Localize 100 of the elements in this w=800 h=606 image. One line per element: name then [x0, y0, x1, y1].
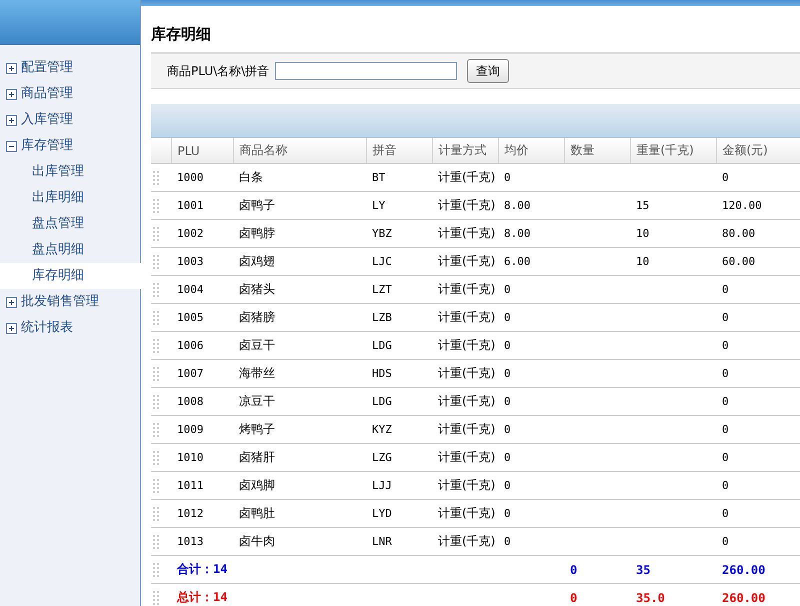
drag-handle-icon[interactable]: [153, 310, 159, 324]
table-cell: LJJ: [366, 472, 432, 500]
table-cell: 15: [630, 192, 716, 220]
table-cell: LDG: [366, 388, 432, 416]
table-cell: 1013: [171, 528, 233, 556]
table-cell: LJC: [366, 248, 432, 276]
table-cell: 卤鸡翅: [233, 248, 366, 276]
table-cell: 0: [716, 304, 800, 332]
search-field[interactable]: [275, 62, 458, 80]
drag-handle-icon[interactable]: [153, 338, 159, 352]
table-cell: 计重(千克): [432, 192, 498, 220]
table-cell: BT: [366, 164, 432, 192]
drag-handle-icon[interactable]: [153, 534, 159, 548]
drag-handle-icon[interactable]: [153, 422, 159, 436]
table-cell: 0: [498, 388, 564, 416]
expand-icon[interactable]: [6, 88, 17, 100]
table-cell: 1008: [171, 388, 233, 416]
drag-handle-icon[interactable]: [153, 282, 159, 296]
drag-handle-icon[interactable]: [153, 562, 159, 576]
column-header: 金额(元): [716, 138, 800, 164]
search-button[interactable]: 查询: [467, 59, 510, 83]
table-cell: 卤豆干: [233, 332, 366, 360]
table-cell: 0: [716, 388, 800, 416]
drag-handle-icon[interactable]: [153, 590, 159, 604]
table-cell: 0: [716, 500, 800, 528]
table-cell: 0: [716, 528, 800, 556]
table-cell: 1000: [171, 164, 233, 192]
expand-icon[interactable]: [6, 114, 17, 126]
table-cell: 0: [498, 164, 564, 192]
table-cell: HDS: [366, 360, 432, 388]
table-cell: 卤猪头: [233, 276, 366, 304]
table-cell: 0: [498, 416, 564, 444]
table-cell: 凉豆干: [233, 388, 366, 416]
drag-handle-icon[interactable]: [153, 394, 159, 408]
expand-icon[interactable]: [6, 322, 17, 334]
table-cell: 计重(千克): [432, 360, 498, 388]
summary-cell: 35: [630, 556, 716, 584]
sidebar-item[interactable]: 商品管理: [21, 86, 73, 102]
drag-handle-icon[interactable]: [153, 170, 159, 184]
table-cell: 计重(千克): [432, 332, 498, 360]
table-cell: 卤鸭子: [233, 192, 366, 220]
expand-icon[interactable]: [6, 296, 17, 308]
table-cell: 计重(千克): [432, 528, 498, 556]
table-cell: 0: [498, 360, 564, 388]
table-cell: 0: [716, 276, 800, 304]
sidebar-subitem[interactable]: 出库明细: [32, 190, 84, 206]
table-cell: LZB: [366, 304, 432, 332]
sidebar-subitem[interactable]: 盘点管理: [32, 216, 84, 232]
sidebar-subitem[interactable]: 出库管理: [32, 164, 84, 180]
table-cell: 0: [498, 500, 564, 528]
drag-handle-icon[interactable]: [153, 254, 159, 268]
table-cell: LYD: [366, 500, 432, 528]
table-cell: 烤鸭子: [233, 416, 366, 444]
column-header: 计量方式: [432, 138, 498, 164]
expand-icon[interactable]: [6, 62, 17, 74]
table-cell: 0: [716, 416, 800, 444]
table-cell: 120.00: [716, 192, 800, 220]
collapse-icon[interactable]: [6, 140, 17, 152]
column-header: 重量(千克): [630, 138, 716, 164]
drag-handle-icon[interactable]: [153, 450, 159, 464]
table-cell: KYZ: [366, 416, 432, 444]
table-cell: 8.00: [498, 220, 564, 248]
sidebar-subitem[interactable]: 盘点明细: [32, 242, 84, 258]
table-cell: 计重(千克): [432, 304, 498, 332]
table-cell: 60.00: [716, 248, 800, 276]
summary-cell: 260.00: [716, 556, 800, 584]
table-cell: 8.00: [498, 192, 564, 220]
table-cell: 卤猪肝: [233, 444, 366, 472]
table-cell: 计重(千克): [432, 472, 498, 500]
table-cell: 10: [630, 248, 716, 276]
table-cell: 白条: [233, 164, 366, 192]
table-cell: 1005: [171, 304, 233, 332]
table-cell: 1003: [171, 248, 233, 276]
sidebar-item[interactable]: 入库管理: [21, 112, 73, 128]
table-cell: 0: [716, 164, 800, 192]
table-cell: LY: [366, 192, 432, 220]
sidebar-item[interactable]: 批发销售管理: [21, 294, 99, 310]
table-cell: LNR: [366, 528, 432, 556]
drag-handle-icon[interactable]: [153, 506, 159, 520]
drag-handle-icon[interactable]: [153, 226, 159, 240]
table-cell: 1012: [171, 500, 233, 528]
column-header: 商品名称: [233, 138, 366, 164]
sidebar-item[interactable]: 库存管理: [21, 138, 73, 154]
drag-handle-icon[interactable]: [153, 366, 159, 380]
drag-handle-icon[interactable]: [153, 198, 159, 212]
table-cell: LZG: [366, 444, 432, 472]
table-cell: 1009: [171, 416, 233, 444]
table-cell: 卤鸭肚: [233, 500, 366, 528]
column-header: PLU: [171, 138, 233, 164]
table-cell: 0: [716, 360, 800, 388]
summary-cell: 0: [564, 584, 630, 606]
table-cell: 计重(千克): [432, 276, 498, 304]
drag-handle-icon[interactable]: [153, 478, 159, 492]
table-cell: 卤鸡脚: [233, 472, 366, 500]
summary-cell: 0: [564, 556, 630, 584]
table-cell: 0: [498, 472, 564, 500]
sidebar-item[interactable]: 配置管理: [21, 60, 73, 76]
table-cell: 计重(千克): [432, 164, 498, 192]
sidebar-item[interactable]: 统计报表: [21, 320, 73, 336]
table-cell: 1002: [171, 220, 233, 248]
